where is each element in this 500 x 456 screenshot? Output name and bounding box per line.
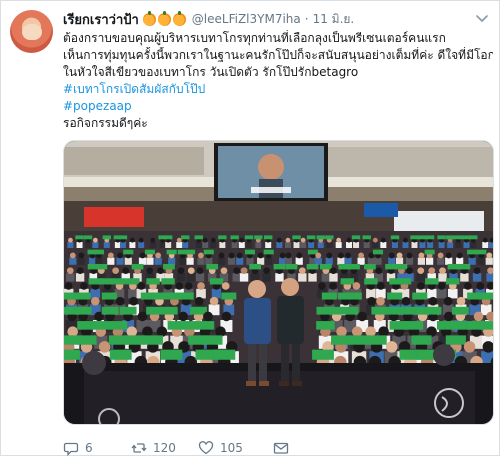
tweet-text: ต้องกราบขอบคุณผู้บริหารเบทาโกรทุกท่านที่… — [63, 30, 493, 132]
reply-button[interactable]: 6 — [63, 439, 93, 456]
tweet-text-line: เห็นการทุ่มทุนครั้งนี้พวกเราในฐานะคนรักโ… — [63, 48, 493, 62]
tangerine-emoji — [172, 10, 186, 26]
envelope-icon — [273, 442, 289, 454]
user-handle[interactable]: @leeLFiZl3YM7iha — [192, 12, 301, 26]
avatar[interactable] — [10, 10, 53, 53]
reply-count: 6 — [85, 441, 93, 455]
retweet-button[interactable]: 120 — [131, 439, 176, 456]
hashtag-link[interactable]: #popezaap — [63, 98, 493, 115]
tweet-text-line: ในหัวใจสีเขียวของเบทาโกร วันเปิดตัว รักโ… — [63, 65, 359, 79]
tweet-header: เรียกเราว่าป้า @leeLFiZl3YM7iha · 11 มิ.… — [63, 10, 354, 28]
direct-message-button[interactable] — [273, 439, 289, 456]
event-photo-illustration — [64, 141, 493, 424]
reply-icon — [63, 442, 79, 456]
name-emoji-group — [141, 10, 186, 26]
tangerine-emoji — [142, 10, 156, 26]
tweet-text-line: รอกิจกรรมดีๆค่ะ — [63, 116, 148, 130]
heart-icon — [198, 441, 214, 455]
tweet-card[interactable]: เรียกเราว่าป้า @leeLFiZl3YM7iha · 11 มิ.… — [0, 0, 500, 456]
retweet-icon — [131, 443, 147, 453]
hashtag-link[interactable]: #เบทาโกรเปิดสัมผัสกับโป๊ป — [63, 81, 493, 98]
tweet-text-line: ต้องกราบขอบคุณผู้บริหารเบทาโกรทุกท่านที่… — [63, 31, 446, 45]
display-name[interactable]: เรียกเราว่าป้า — [63, 9, 139, 30]
avatar-hand-graphic — [22, 24, 42, 40]
like-count: 105 — [220, 441, 243, 455]
tweet-photo[interactable] — [63, 140, 494, 425]
like-button[interactable]: 105 — [198, 439, 243, 456]
chevron-down-icon[interactable] — [475, 11, 489, 25]
tangerine-emoji — [157, 10, 171, 26]
retweet-count: 120 — [153, 441, 176, 455]
meta-separator: · — [304, 12, 309, 26]
tweet-timestamp[interactable]: 11 มิ.ย. — [313, 10, 355, 29]
